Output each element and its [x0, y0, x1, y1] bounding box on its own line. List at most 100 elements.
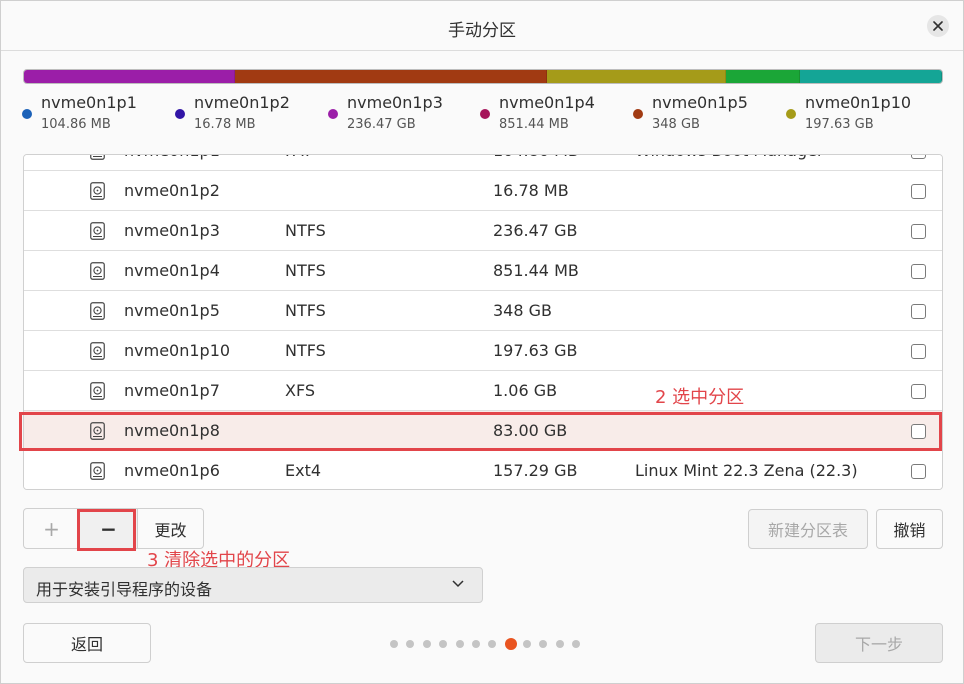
chevron-down-icon — [452, 580, 464, 588]
partition-name: nvme0n1p4 — [124, 261, 220, 280]
table-row[interactable]: nvme0n1p5 NTFS 348 GB — [24, 291, 942, 331]
legend-partition-size: 104.86 MB — [41, 117, 111, 132]
bootloader-device-select[interactable]: 用于安装引导程序的设备 — [23, 567, 483, 603]
selected-row-highlight — [19, 412, 942, 451]
page-dot-active — [504, 638, 517, 650]
table-row[interactable]: nvme0n1p6 Ext4 157.29 GB Linux Mint 22.3 Ze… — [24, 451, 942, 489]
add-partition-button[interactable]: + — [24, 509, 80, 548]
partition-size: 197.63 GB — [493, 341, 578, 360]
partition-name: nvme0n1p10 — [124, 341, 231, 360]
table-row[interactable]: nvme0n1p7 XFS 1.06 GB — [24, 371, 942, 411]
format-checkbox[interactable] — [911, 304, 926, 319]
table-row[interactable]: nvme0n1p4 NTFS 851.44 MB — [24, 251, 942, 291]
partition-size: 104.86 MB — [493, 155, 579, 160]
table-row[interactable]: nvme0n1p2 16.78 MB — [24, 171, 942, 211]
partition-filesystem: NTFS — [285, 261, 326, 280]
back-button[interactable]: 返回 — [23, 623, 151, 663]
legend-partition-size: 197.63 GB — [805, 117, 874, 132]
legend-partition-name: nvme0n1p10 — [805, 93, 912, 112]
partition-size: 1.06 GB — [493, 381, 558, 400]
page-dot — [406, 640, 415, 648]
legend-partition-size: 236.47 GB — [347, 117, 416, 132]
disk-icon — [90, 462, 105, 480]
usage-bar-segment — [24, 70, 236, 83]
partition-filesystem: NTFS — [285, 301, 326, 320]
annotation-select-partition: 2 选中分区 — [655, 387, 745, 408]
next-button[interactable]: 下一步 — [815, 623, 943, 663]
legend-partition-size: 851.44 MB — [499, 117, 569, 132]
legend-color-dot — [786, 109, 796, 119]
legend-partition-name: nvme0n1p4 — [499, 93, 595, 112]
legend-partition-name: nvme0n1p2 — [194, 93, 290, 112]
bootloader-device-label: 用于安装引导程序的设备 — [36, 580, 213, 599]
disk-usage-bar — [23, 69, 943, 84]
page-dot — [472, 640, 480, 648]
usage-bar-segment — [235, 70, 548, 83]
partition-filesystem: NTFS — [285, 341, 326, 360]
format-checkbox[interactable] — [911, 184, 926, 199]
change-partition-button[interactable]: 更改 — [137, 509, 203, 548]
legend-partition-name: nvme0n1p1 — [41, 93, 137, 112]
new-partition-table-button[interactable]: 新建分区表 — [748, 509, 868, 549]
partition-size: 851.44 MB — [493, 261, 579, 280]
window-title: 手动分区 — [448, 21, 516, 41]
format-checkbox[interactable] — [911, 224, 926, 239]
page-dot — [539, 640, 548, 648]
partition-filesystem: FAT — [285, 155, 312, 160]
page-dot — [439, 640, 448, 648]
title-bar: 手动分区 — [1, 1, 963, 51]
table-row[interactable]: nvme0n1p1 FAT 104.86 MB Windows Boot Manage… — [24, 155, 942, 171]
remove-button-highlight — [77, 509, 136, 551]
partition-filesystem: NTFS — [285, 221, 326, 240]
format-checkbox[interactable] — [911, 155, 926, 159]
close-icon — [933, 21, 943, 31]
disk-icon — [90, 262, 105, 280]
manual-partition-window: 手动分区 nvme0n1p1 104.86 MB nvme0n1p2 16.78 MB… — [0, 0, 964, 684]
disk-icon — [90, 222, 105, 240]
table-row[interactable]: nvme0n1p10 NTFS 197.63 GB — [24, 331, 942, 371]
legend-color-dot — [633, 109, 643, 119]
page-dot — [572, 640, 580, 648]
page-dot — [422, 640, 431, 648]
page-dot — [522, 640, 531, 648]
partition-size: 157.29 GB — [493, 461, 578, 480]
legend-color-dot — [22, 109, 32, 119]
disk-icon — [90, 155, 105, 160]
page-dot — [390, 640, 398, 648]
partition-name: nvme0n1p3 — [124, 221, 220, 240]
page-dot — [488, 640, 497, 648]
revert-button[interactable]: 撤销 — [876, 509, 943, 549]
partition-name: nvme0n1p6 — [124, 461, 220, 480]
partition-name: nvme0n1p7 — [124, 381, 220, 400]
usage-bar-segment — [799, 70, 942, 83]
partition-size: 348 GB — [493, 301, 552, 320]
partition-name: nvme0n1p2 — [124, 181, 220, 200]
partition-filesystem: XFS — [285, 381, 316, 400]
page-dot — [555, 640, 564, 648]
disk-icon — [90, 342, 105, 360]
disk-icon — [90, 382, 105, 400]
page-dot — [455, 640, 464, 648]
partition-label: Linux Mint 22.3 Zena (22.3) — [635, 461, 858, 480]
legend-partition-size: 16.78 MB — [194, 117, 256, 132]
partition-name: nvme0n1p5 — [124, 301, 220, 320]
table-row[interactable]: nvme0n1p3 NTFS 236.47 GB — [24, 211, 942, 251]
usage-bar-segment — [726, 70, 800, 83]
close-button[interactable] — [927, 15, 949, 37]
legend-color-dot — [328, 109, 338, 119]
legend-color-dot — [175, 109, 185, 119]
legend-color-dot — [480, 109, 490, 119]
disk-icon — [90, 182, 105, 200]
partition-size: 236.47 GB — [493, 221, 578, 240]
partition-label: Windows Boot Manager — [635, 155, 824, 160]
partition-name: nvme0n1p1 — [124, 155, 220, 160]
legend-partition-size: 348 GB — [652, 117, 700, 132]
usage-bar-segment — [547, 70, 727, 83]
format-checkbox[interactable] — [911, 264, 926, 279]
disk-icon — [90, 302, 105, 320]
format-checkbox[interactable] — [911, 464, 926, 479]
partition-size: 16.78 MB — [493, 181, 569, 200]
format-checkbox[interactable] — [911, 384, 926, 399]
format-checkbox[interactable] — [911, 344, 926, 359]
legend-partition-name: nvme0n1p3 — [347, 93, 443, 112]
